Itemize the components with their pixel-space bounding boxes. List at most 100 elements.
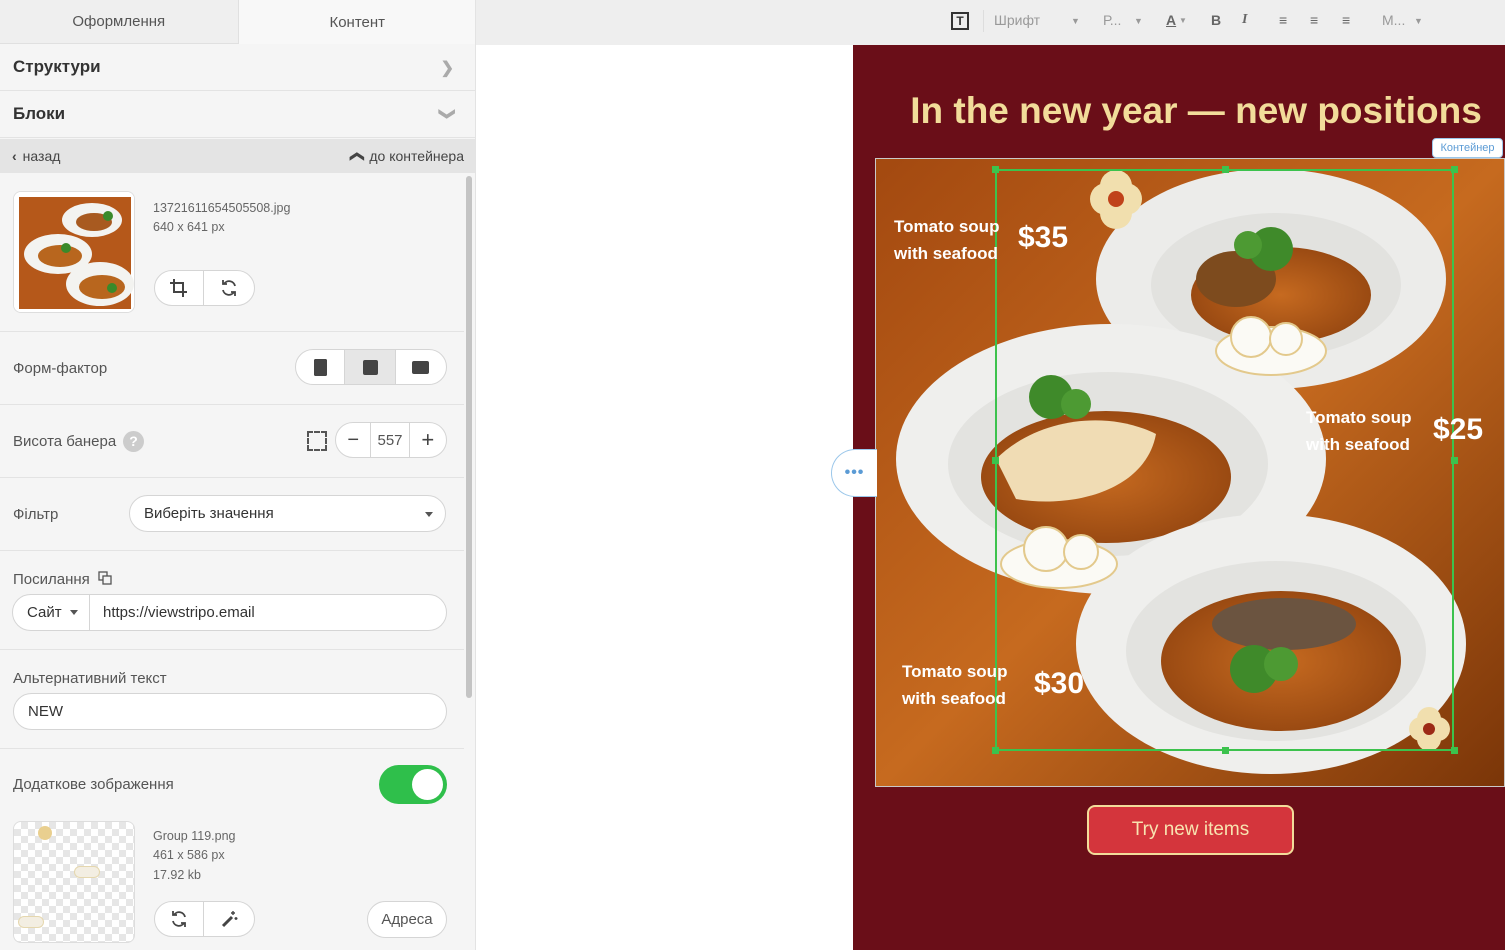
item-3-name: Tomato soup with seafood [902,658,1007,712]
resize-handle[interactable] [992,457,999,464]
resize-handle[interactable] [1451,457,1458,464]
panel-scrollbar[interactable] [466,176,472,698]
alt-text-input[interactable]: NEW [13,693,447,730]
extra-image-toggle[interactable] [379,765,447,804]
caret-down-icon: ▼ [1134,16,1143,26]
filter-select[interactable]: Виберіть значення [129,495,446,532]
font-select[interactable]: Шрифт [994,12,1040,28]
resize-icon[interactable] [307,431,327,451]
banner-height-value[interactable]: 557 [371,423,410,457]
image-actions [154,270,255,306]
email-headline[interactable]: In the new year — new positions [853,90,1505,132]
magic-wand-icon [221,911,238,928]
item-2-name-line2: with seafood [1306,435,1410,454]
chevron-up-icon: ❯ [347,150,364,163]
banner-height-row: Висота банера ? − 557 + [0,405,464,478]
toggle-knob [412,769,443,800]
magic-wand-button[interactable] [204,902,254,936]
link-type-value: Сайт [27,604,62,621]
extra-image-filename: Group 119.png [153,829,236,843]
item-2-price: $25 [1433,413,1484,446]
alt-text-row: Альтернативний текст NEW [0,650,464,749]
back-label: назад [22,148,61,164]
cloud-ornament-icon [74,866,100,878]
block-navigation: ‹ назад ❯ до контейнера [0,139,475,173]
align-center-icon[interactable]: ≡ [1310,12,1318,28]
font-size-select[interactable]: Р... [1103,12,1121,28]
link-row: Посилання Сайт https://viewstripo.email [0,551,464,650]
container-label[interactable]: Контейнер [1432,138,1503,158]
to-container-link[interactable]: ❯ до контейнера [347,148,464,165]
alt-text-value: NEW [28,703,63,720]
panel-tabs: Оформлення Контент [0,0,475,44]
form-factor-label: Форм-фактор [13,360,108,377]
caret-down-icon: ▼ [1414,16,1423,26]
chevron-right-icon: ❯ [440,60,454,77]
form-factor-option-2[interactable] [345,350,396,384]
item-3-price: $30 [1034,667,1085,700]
back-link[interactable]: ‹ назад [12,148,60,164]
more-select[interactable]: М... [1382,12,1405,28]
increase-button[interactable]: + [410,423,446,457]
extra-image-thumbnail[interactable] [13,821,135,943]
extra-image-dimensions: 461 x 586 px [153,848,225,862]
section-blocks-label: Блоки [13,104,66,123]
section-structures-label: Структури [13,57,101,76]
section-blocks[interactable]: Блоки ❯ [0,91,475,138]
decrease-button[interactable]: − [336,423,372,457]
link-url-input[interactable]: https://viewstripo.email [103,604,255,621]
replace-extra-image-button[interactable] [155,902,205,936]
text-toolbar: T Шрифт ▼ Р... ▼ A ▼ B I ≡ ≡ ≡ М... ▼ [476,0,1505,45]
caret-down-icon [425,512,433,517]
doc-icon [362,359,378,375]
caret-down-icon [70,610,78,615]
chevron-left-icon: ‹ [12,148,17,164]
resize-handle[interactable] [1222,747,1229,754]
bold-icon[interactable]: B [1211,12,1221,28]
hero-banner-image[interactable]: Tomato soup with seafood $35 Tomato soup… [875,158,1505,787]
link-input-group: Сайт https://viewstripo.email [12,594,447,631]
crop-icon [170,279,187,297]
selection-frame[interactable] [995,169,1454,751]
more-dots-icon: ••• [844,464,865,481]
block-menu-handle[interactable]: ••• [831,449,877,497]
extra-image-actions [154,901,255,937]
item-2-name: Tomato soup with seafood [1306,404,1411,458]
text-color-icon[interactable]: A [1166,12,1176,28]
link-type-select[interactable]: Сайт [13,595,90,630]
resize-handle[interactable] [992,166,999,173]
resize-handle[interactable] [992,747,999,754]
refresh-icon [222,280,236,296]
crop-button[interactable] [155,271,205,305]
tab-content[interactable]: Контент [237,0,475,44]
filter-select-value: Виберіть значення [144,505,274,522]
section-structures[interactable]: Структури ❯ [0,44,475,91]
copy-icon[interactable] [98,571,112,585]
settings-panel: Оформлення Контент Структури ❯ Блоки ❯ ‹… [0,0,476,950]
help-icon[interactable]: ? [123,431,144,452]
banner-height-stepper: − 557 + [335,422,447,458]
resize-handle[interactable] [1451,166,1458,173]
item-3-name-line2: with seafood [902,689,1006,708]
resize-handle[interactable] [1222,166,1229,173]
address-button[interactable]: Адреса [367,901,447,938]
form-factor-option-1[interactable] [296,350,346,384]
align-right-icon[interactable]: ≡ [1342,12,1350,28]
image-thumbnail[interactable] [13,191,135,313]
italic-icon[interactable]: I [1242,12,1247,28]
cta-button[interactable]: Try new items [1087,805,1294,855]
filter-label: Фільтр [13,506,59,523]
resize-handle[interactable] [1451,747,1458,754]
cloud-ornament-icon [18,916,44,928]
doc-icon [412,360,430,374]
item-1-name-line1: Tomato soup [894,217,1000,236]
replace-image-button[interactable] [204,271,254,305]
item-1-price: $35 [1018,221,1069,254]
form-factor-option-3[interactable] [396,350,446,384]
caret-down-icon: ▼ [1071,16,1080,26]
form-factor-selector [295,349,447,385]
align-left-icon[interactable]: ≡ [1279,12,1287,28]
text-block-icon[interactable]: T [951,12,969,30]
filter-row: Фільтр Виберіть значення [0,478,464,551]
tab-design[interactable]: Оформлення [0,0,238,44]
